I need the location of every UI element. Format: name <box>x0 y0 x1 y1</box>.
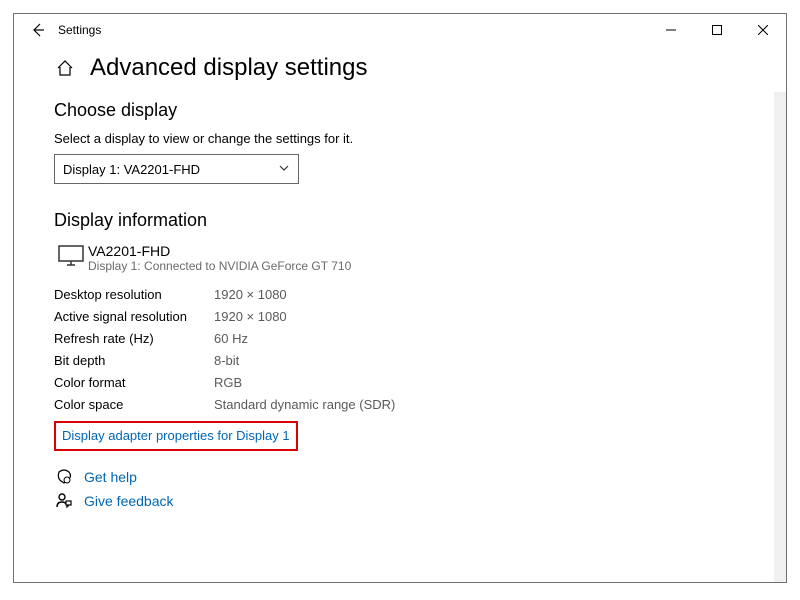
titlebar: Settings <box>14 14 786 46</box>
highlighted-link-box: Display adapter properties for Display 1 <box>54 421 298 451</box>
give-feedback-label: Give feedback <box>84 493 174 509</box>
footer-links: Get help Give feedback <box>54 469 746 509</box>
page-header: Advanced display settings <box>54 54 746 82</box>
choose-display-desc: Select a display to view or change the s… <box>54 131 746 146</box>
help-icon <box>54 469 74 485</box>
window-controls <box>648 14 786 46</box>
home-icon <box>56 59 74 77</box>
info-row: Color format RGB <box>54 371 746 393</box>
info-val: 1920 × 1080 <box>214 309 287 324</box>
info-key: Color space <box>54 397 214 412</box>
info-val: 60 Hz <box>214 331 248 346</box>
maximize-button[interactable] <box>694 14 740 46</box>
window-title: Settings <box>58 23 101 37</box>
close-button[interactable] <box>740 14 786 46</box>
info-val: RGB <box>214 375 242 390</box>
info-row: Color space Standard dynamic range (SDR) <box>54 393 746 415</box>
display-info-table: Desktop resolution 1920 × 1080 Active si… <box>54 283 746 415</box>
display-selector-value: Display 1: VA2201-FHD <box>63 162 200 177</box>
minimize-icon <box>666 25 676 35</box>
give-feedback-link[interactable]: Give feedback <box>54 493 746 509</box>
info-key: Refresh rate (Hz) <box>54 331 214 346</box>
info-val: 8-bit <box>214 353 239 368</box>
feedback-icon <box>54 493 74 509</box>
info-val: Standard dynamic range (SDR) <box>214 397 395 412</box>
scrollbar[interactable] <box>774 92 786 582</box>
display-adapter-properties-link[interactable]: Display adapter properties for Display 1 <box>62 428 290 443</box>
info-key: Desktop resolution <box>54 287 214 302</box>
display-selector[interactable]: Display 1: VA2201-FHD <box>54 154 299 184</box>
display-information-section: Display information VA2201-FHD Display 1… <box>54 210 746 509</box>
info-row: Bit depth 8-bit <box>54 349 746 371</box>
chevron-down-icon <box>278 162 290 177</box>
info-key: Active signal resolution <box>54 309 214 324</box>
monitor-connection: Display 1: Connected to NVIDIA GeForce G… <box>88 259 351 273</box>
info-row: Active signal resolution 1920 × 1080 <box>54 305 746 327</box>
content-area: Advanced display settings Choose display… <box>14 46 786 527</box>
info-val: 1920 × 1080 <box>214 287 287 302</box>
home-button[interactable] <box>54 57 76 79</box>
get-help-label: Get help <box>84 469 137 485</box>
minimize-button[interactable] <box>648 14 694 46</box>
settings-window: Settings Advanced display settings Choos… <box>13 13 787 583</box>
display-information-heading: Display information <box>54 210 746 231</box>
info-key: Bit depth <box>54 353 214 368</box>
page-title: Advanced display settings <box>90 54 368 82</box>
arrow-left-icon <box>30 22 46 38</box>
monitor-summary: VA2201-FHD Display 1: Connected to NVIDI… <box>54 243 746 273</box>
maximize-icon <box>712 25 722 35</box>
back-button[interactable] <box>26 14 50 46</box>
monitor-icon <box>54 243 88 267</box>
info-key: Color format <box>54 375 214 390</box>
close-icon <box>758 25 768 35</box>
get-help-link[interactable]: Get help <box>54 469 746 485</box>
choose-display-heading: Choose display <box>54 100 746 121</box>
info-row: Refresh rate (Hz) 60 Hz <box>54 327 746 349</box>
monitor-name: VA2201-FHD <box>88 243 351 259</box>
info-row: Desktop resolution 1920 × 1080 <box>54 283 746 305</box>
